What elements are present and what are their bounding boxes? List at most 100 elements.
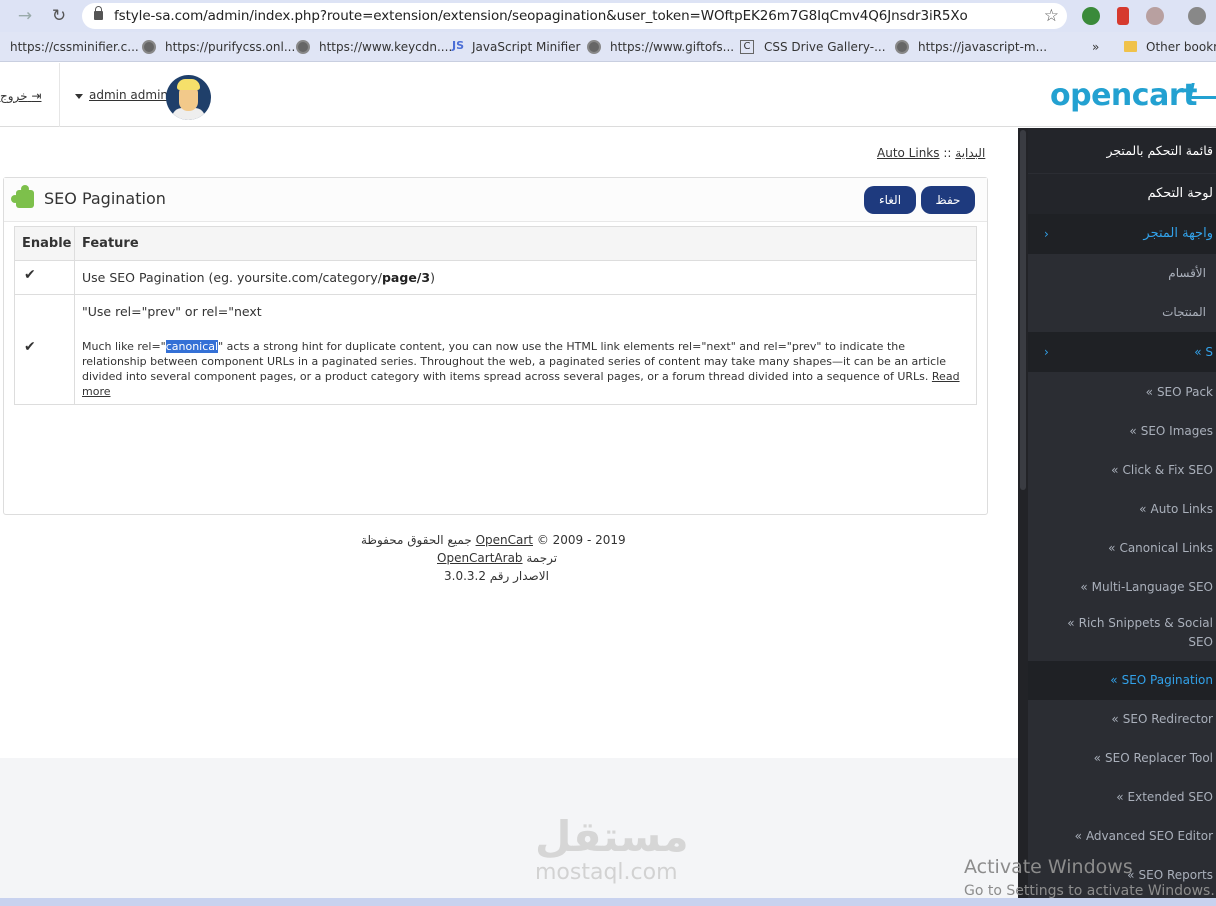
- cart-logo-icon: [1188, 83, 1216, 99]
- sidebar-item-seo-images[interactable]: «SEO Images: [1028, 412, 1216, 451]
- sidebar-item-dashboard[interactable]: لوحة التحكم: [1028, 174, 1216, 214]
- footer-years: © 2009 - 2019: [536, 533, 626, 547]
- sidebar-item-categories[interactable]: الأقسام: [1028, 254, 1216, 293]
- activation-title: Activate Windows: [964, 856, 1133, 878]
- reload-icon[interactable]: ↻: [48, 5, 70, 27]
- panel-heading: SEO Pagination الغاء حفظ: [4, 178, 987, 222]
- sidebar-item-label: واجهة المتجر: [1143, 226, 1213, 241]
- sidebar-item-label: Advanced SEO Editor: [1085, 829, 1213, 843]
- double-chevron-icon: «: [1139, 502, 1147, 516]
- header-divider: [59, 63, 60, 127]
- url-field[interactable]: fstyle-sa.com/admin/index.php?route=exte…: [82, 3, 1067, 29]
- logout-icon: ⇥: [31, 89, 42, 103]
- sidebar-item-label: S: [1205, 345, 1213, 359]
- sidebar-item-seo-replacer-tool[interactable]: «SEO Replacer Tool: [1028, 739, 1216, 778]
- taskbar-strip: [0, 898, 1216, 906]
- sidebar-item-seo-group[interactable]: › « S: [1028, 332, 1216, 372]
- table-header-row: Enable Feature: [15, 227, 976, 260]
- save-button[interactable]: حفظ: [921, 186, 975, 214]
- double-chevron-icon: «: [1111, 463, 1119, 477]
- windows-activation-notice: Activate Windows Go to Settings to activ…: [964, 856, 1215, 899]
- star-icon[interactable]: ☆: [1044, 6, 1059, 26]
- sidebar-item-products[interactable]: المنتجات: [1028, 293, 1216, 332]
- table-row: ✔ "Use rel="prev" or rel="next Much like…: [15, 294, 976, 404]
- sidebar-item-label: SEO Pack: [1156, 385, 1213, 399]
- sidebar-item-seo-pack[interactable]: «SEO Pack: [1028, 373, 1216, 412]
- sidebar-item-click-fix-seo[interactable]: «Click & Fix SEO: [1028, 451, 1216, 490]
- chevron-icon: ›: [1044, 345, 1049, 359]
- globe-icon: [895, 40, 909, 54]
- bookmark-item[interactable]: https://www.giftofs...: [610, 39, 734, 55]
- opencart-logo[interactable]: opencart: [1050, 78, 1197, 113]
- extension-bug-icon[interactable]: [1146, 7, 1164, 25]
- footer-opencartarab-link[interactable]: OpenCartArab: [437, 551, 523, 565]
- bookmarks-bar: https://cssminifier.c... https://purifyc…: [0, 32, 1216, 62]
- logout-link[interactable]: خروج ⇥: [0, 89, 41, 103]
- bookmarks-overflow-button[interactable]: »: [1092, 39, 1099, 55]
- breadcrumb-current[interactable]: Auto Links: [877, 146, 940, 160]
- watermark-logo: مستقل: [535, 812, 689, 861]
- sidebar-item-advanced-seo-editor[interactable]: «Advanced SEO Editor: [1028, 817, 1216, 856]
- extension-red-icon[interactable]: [1117, 7, 1129, 25]
- feature-text: Use SEO Pagination (eg. yoursite.com/cat…: [82, 270, 435, 285]
- footer-translation: OpenCartArab ترجمة: [437, 549, 557, 567]
- desc-prefix: Much like rel=": [82, 340, 166, 353]
- bookmark-item[interactable]: https://cssminifier.c...: [10, 39, 139, 55]
- sidebar-item-label: Rich Snippets & Social SEO: [1078, 616, 1213, 649]
- forward-arrow-icon[interactable]: →: [14, 5, 36, 27]
- double-chevron-icon: «: [1093, 751, 1102, 765]
- sidebar-nav: قائمة التحكم بالمتجر لوحة التحكم › واجهة…: [1018, 128, 1216, 898]
- sidebar-item-label: Extended SEO: [1127, 790, 1213, 804]
- sidebar-item-auto-links[interactable]: «Auto Links: [1028, 490, 1216, 529]
- app-header: خروج ⇥ admin admin opencart: [0, 63, 1216, 127]
- watermark-url: mostaql.com: [535, 860, 678, 885]
- footer-opencart-link[interactable]: OpenCart: [476, 533, 533, 547]
- seo-pagination-panel: SEO Pagination الغاء حفظ Enable Feature …: [3, 177, 988, 515]
- sidebar-item-multi-language-seo[interactable]: «Multi-Language SEO: [1028, 568, 1216, 607]
- globe-icon: [587, 40, 601, 54]
- bookmark-item[interactable]: https://purifycss.onl...: [165, 39, 295, 55]
- bookmark-item[interactable]: CSS Drive Gallery-...: [764, 39, 886, 55]
- double-chevron-icon: «: [1110, 673, 1118, 687]
- double-chevron-icon: «: [1129, 424, 1137, 438]
- sidebar-item-seo-redirector[interactable]: «SEO Redirector: [1028, 700, 1216, 739]
- caret-down-icon[interactable]: [75, 94, 83, 99]
- sidebar-item-seo-pagination[interactable]: «SEO Pagination: [1028, 661, 1216, 700]
- bookmark-folder-other[interactable]: Other bookm: [1146, 39, 1216, 55]
- url-text[interactable]: fstyle-sa.com/admin/index.php?route=exte…: [114, 8, 968, 24]
- bookmark-item[interactable]: JavaScript Minifier: [472, 39, 580, 55]
- sidebar-item-label: SEO Replacer Tool: [1105, 751, 1213, 765]
- page-bottom-area: [0, 758, 1018, 898]
- cssdrive-icon: C: [740, 40, 754, 54]
- sidebar-item-rich-snippets[interactable]: «Rich Snippets & Social SEO: [1028, 608, 1216, 660]
- double-chevron-icon: «: [1111, 712, 1119, 726]
- logout-label[interactable]: خروج: [0, 89, 28, 103]
- feature-text-bold: page/3: [381, 270, 431, 285]
- sidebar-item-canonical-links[interactable]: «Canonical Links: [1028, 529, 1216, 568]
- avatar[interactable]: [166, 75, 211, 120]
- extension-globe-icon[interactable]: [1082, 7, 1100, 25]
- puzzle-icon: [11, 185, 34, 208]
- profile-icon[interactable]: [1188, 7, 1206, 25]
- bookmark-item[interactable]: https://javascript-m...: [918, 39, 1047, 55]
- double-chevron-icon: «: [1108, 541, 1116, 555]
- sidebar-item-storefront[interactable]: › واجهة المتجر: [1028, 214, 1216, 254]
- bookmark-item[interactable]: https://www.keycdn....: [319, 39, 452, 55]
- browser-address-bar: → ↻ fstyle-sa.com/admin/index.php?route=…: [0, 0, 1216, 32]
- feature-table: Enable Feature ✔ Use SEO Pagination (eg.…: [14, 226, 977, 405]
- table-row: ✔ Use SEO Pagination (eg. yoursite.com/c…: [15, 260, 976, 294]
- breadcrumb-home[interactable]: البداية: [955, 146, 985, 160]
- globe-icon: [296, 40, 310, 54]
- sidebar-header: قائمة التحكم بالمتجر: [1028, 128, 1216, 173]
- cancel-button[interactable]: الغاء: [864, 186, 916, 214]
- double-chevron-icon: «: [1080, 580, 1088, 594]
- enable-checkbox-rel-prev-next[interactable]: ✔: [24, 340, 38, 354]
- user-menu[interactable]: admin admin: [89, 88, 168, 102]
- footer-version: الاصدار رقم 3.0.3.2: [444, 569, 549, 583]
- double-chevron-icon: «: [1067, 616, 1075, 630]
- sidebar-scrollbar[interactable]: [1018, 128, 1028, 898]
- page-title: SEO Pagination: [44, 189, 166, 208]
- js-icon: JS: [452, 39, 465, 52]
- enable-checkbox-pagination[interactable]: ✔: [24, 268, 38, 282]
- sidebar-item-extended-seo[interactable]: «Extended SEO: [1028, 778, 1216, 817]
